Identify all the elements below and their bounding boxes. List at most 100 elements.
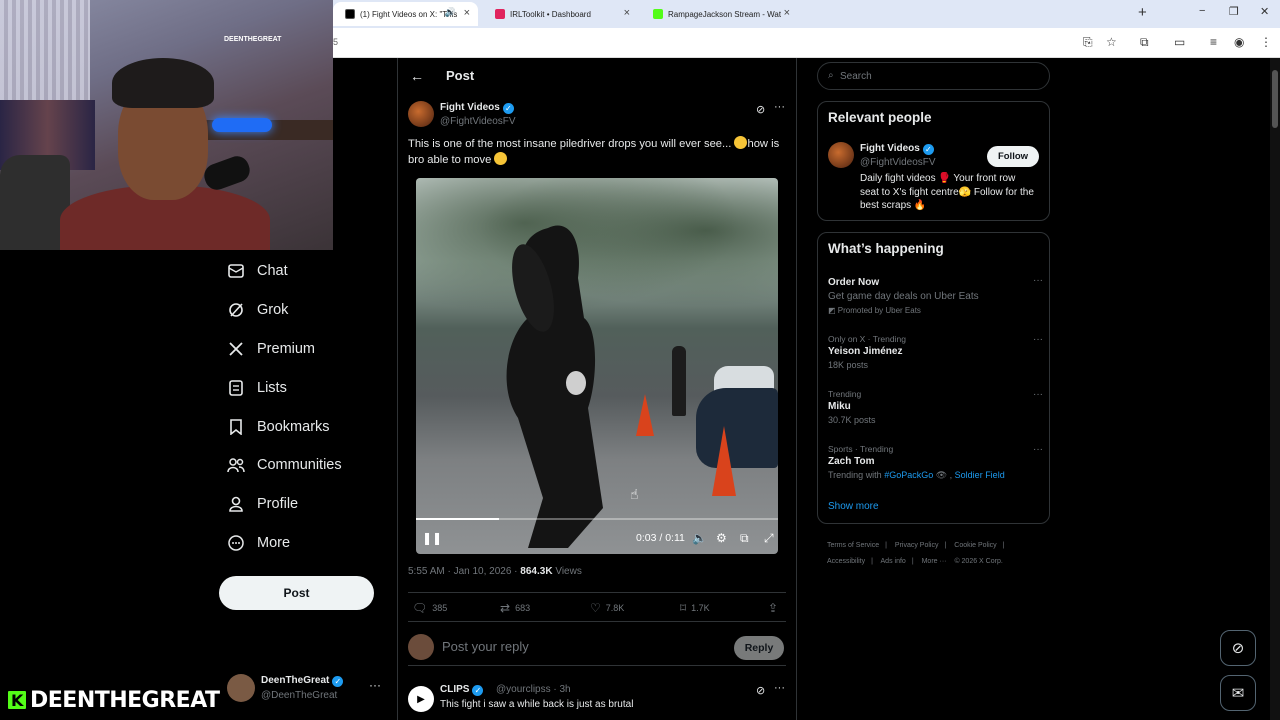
url-fragment: 5: [333, 37, 339, 47]
post-button[interactable]: Post: [219, 576, 374, 610]
nav-bookmarks[interactable]: Bookmarks: [227, 413, 330, 441]
account-switcher[interactable]: DeenTheGreat ✓ @DeenTheGreat ···: [227, 672, 387, 712]
back-arrow-icon[interactable]: ←: [410, 68, 424, 84]
fullscreen-icon[interactable]: ⤢: [764, 531, 774, 546]
video-player[interactable]: ☝ ❚❚ 0:03 / 0:11 🔈 ⚙ ⧉ ⤢: [416, 178, 778, 554]
trend-context: Sports · Trending: [828, 444, 894, 454]
install-icon[interactable]: ⎘: [1083, 35, 1093, 50]
footer-link[interactable]: Terms of Service: [827, 542, 879, 549]
pip-icon[interactable]: ⧉: [740, 531, 749, 546]
nav-lists[interactable]: Lists: [227, 374, 287, 402]
footer-link[interactable]: Cookie Policy: [954, 542, 996, 549]
hashtag-link[interactable]: #GoPackGo: [884, 470, 933, 480]
tab-rampage-stream[interactable]: RampageJackson Stream - Wat ×: [641, 2, 798, 26]
streamer-name: DEENTHEGREAT: [30, 687, 220, 713]
avatar[interactable]: [408, 101, 434, 127]
bookmark-action[interactable]: ⌑ 1.7K: [680, 601, 710, 615]
copyright: © 2026 X Corp.: [954, 558, 1003, 565]
maximize-button[interactable]: ❐: [1229, 5, 1239, 18]
post-text: This is one of the most insane piledrive…: [408, 136, 780, 166]
page-title: Post: [446, 68, 475, 83]
reply-input[interactable]: Post your reply: [442, 639, 529, 654]
reply-item[interactable]: ▶ CLIPS ✓ @yourclipss · 3h This fight i s…: [408, 682, 786, 720]
reply-action[interactable]: 🗨 385: [412, 601, 447, 615]
nav-chat[interactable]: Chat: [227, 257, 288, 285]
grok-icon[interactable]: ⊘: [756, 684, 765, 697]
video-progress-fill: [416, 518, 500, 520]
grok-icon[interactable]: ⊘: [756, 103, 765, 116]
author-name[interactable]: Fight Videos ✓: [440, 102, 514, 114]
trend-item[interactable]: Sports · Trending Zach Tom Trending with…: [828, 444, 1043, 481]
minimize-button[interactable]: −: [1199, 5, 1205, 17]
hashtag-link[interactable]: Soldier Field: [955, 470, 1005, 480]
speaker-icon[interactable]: 🔊: [445, 7, 456, 18]
nav-premium[interactable]: Premium: [227, 335, 315, 363]
share-action[interactable]: ⇪: [768, 601, 783, 615]
reply-button[interactable]: Reply: [734, 636, 784, 660]
footer-link[interactable]: Accessibility: [827, 558, 865, 565]
more-options-icon[interactable]: ···: [1033, 389, 1043, 400]
settings-gear-icon[interactable]: ⚙: [716, 531, 727, 545]
search-input[interactable]: ⌕ Search: [817, 62, 1050, 90]
reply-author[interactable]: CLIPS ✓: [440, 684, 484, 696]
person-name[interactable]: Fight Videos ✓: [860, 143, 934, 155]
tab-title: RampageJackson Stream - Wat: [668, 9, 782, 19]
author-handle[interactable]: @FightVideosFV: [440, 116, 516, 127]
trend-item[interactable]: Only on X · Trending Yeison Jiménez 18K …: [828, 334, 1043, 370]
nav-label: Lists: [257, 380, 287, 396]
more-options-icon[interactable]: ···: [369, 678, 381, 692]
grok-fab-button[interactable]: ⊘: [1220, 630, 1256, 666]
bookmark-icon: ⌑: [680, 601, 687, 615]
cast-icon[interactable]: ▭: [1174, 35, 1185, 49]
avatar[interactable]: [828, 142, 854, 168]
profile-icon[interactable]: ◉: [1234, 35, 1244, 49]
video-controls: ❚❚ 0:03 / 0:11 🔈 ⚙ ⧉ ⤢: [416, 528, 778, 550]
nav-grok[interactable]: Grok: [227, 296, 288, 324]
footer-link[interactable]: Ads info: [881, 558, 906, 565]
tab-fight-videos[interactable]: (1) Fight Videos on X: "This 🔊 ×: [333, 2, 478, 26]
more-circle-icon: [227, 534, 245, 552]
avatar: [227, 674, 255, 702]
extensions-icon[interactable]: ⧉: [1140, 35, 1149, 50]
nav-communities[interactable]: Communities: [227, 451, 342, 479]
person-bio: Daily fight videos 🥊 Your front row seat…: [860, 173, 1034, 211]
more-options-icon[interactable]: ···: [774, 101, 785, 113]
more-options-icon[interactable]: ···: [774, 682, 785, 694]
video-progress-bar[interactable]: [416, 518, 778, 520]
scrollbar[interactable]: [1270, 58, 1280, 720]
close-window-button[interactable]: ✕: [1260, 5, 1269, 18]
pause-icon[interactable]: ❚❚: [422, 531, 442, 545]
nav-label: More: [257, 535, 291, 551]
trend-item[interactable]: Trending Miku 30.7K posts ···: [828, 389, 1043, 425]
repost-action[interactable]: ⇄ 683: [500, 601, 530, 615]
close-tab-icon[interactable]: ×: [624, 7, 630, 19]
media-icon[interactable]: ≡: [1210, 35, 1217, 49]
tab-irltoolkit[interactable]: IRLToolkit • Dashboard ×: [483, 2, 638, 26]
menu-icon[interactable]: ⋮: [1260, 35, 1272, 49]
show-more-link[interactable]: Show more: [828, 501, 879, 512]
video-fighter: [506, 225, 603, 548]
more-options-icon[interactable]: ···: [1033, 444, 1043, 455]
star-icon[interactable]: ☆: [1106, 35, 1117, 49]
browser-tab-bar: (1) Fight Videos on X: "This 🔊 × IRLTool…: [333, 0, 1280, 28]
trend-title: Yeison Jiménez: [828, 346, 903, 357]
scrollbar-thumb[interactable]: [1272, 70, 1278, 128]
like-action[interactable]: ♡ 7.8K: [590, 601, 624, 615]
post-actions: 🗨 385 ⇄ 683 ♡ 7.8K ⌑ 1.7K ⇪: [408, 592, 786, 622]
address-bar[interactable]: 5 ⎘ ☆ ⧉ ▭ ≡ ◉ ⋮: [333, 28, 1280, 58]
follow-button[interactable]: Follow: [987, 146, 1039, 167]
close-tab-icon[interactable]: ×: [784, 7, 790, 19]
new-tab-button[interactable]: +: [1138, 4, 1147, 21]
nav-more[interactable]: More: [227, 529, 290, 557]
close-tab-icon[interactable]: ×: [464, 7, 470, 19]
messages-fab-button[interactable]: ✉: [1220, 675, 1256, 711]
footer-link[interactable]: More ···: [922, 558, 947, 565]
trend-context: Only on X · Trending: [828, 334, 906, 344]
trend-item[interactable]: Order Now Get game day deals on Uber Eat…: [828, 275, 1043, 315]
footer-link[interactable]: Privacy Policy: [895, 542, 939, 549]
mail-icon: ✉: [1231, 685, 1245, 702]
more-options-icon[interactable]: ···: [1033, 275, 1043, 286]
volume-icon[interactable]: 🔈: [692, 531, 707, 545]
more-options-icon[interactable]: ···: [1033, 334, 1043, 345]
nav-profile[interactable]: Profile: [227, 490, 298, 518]
